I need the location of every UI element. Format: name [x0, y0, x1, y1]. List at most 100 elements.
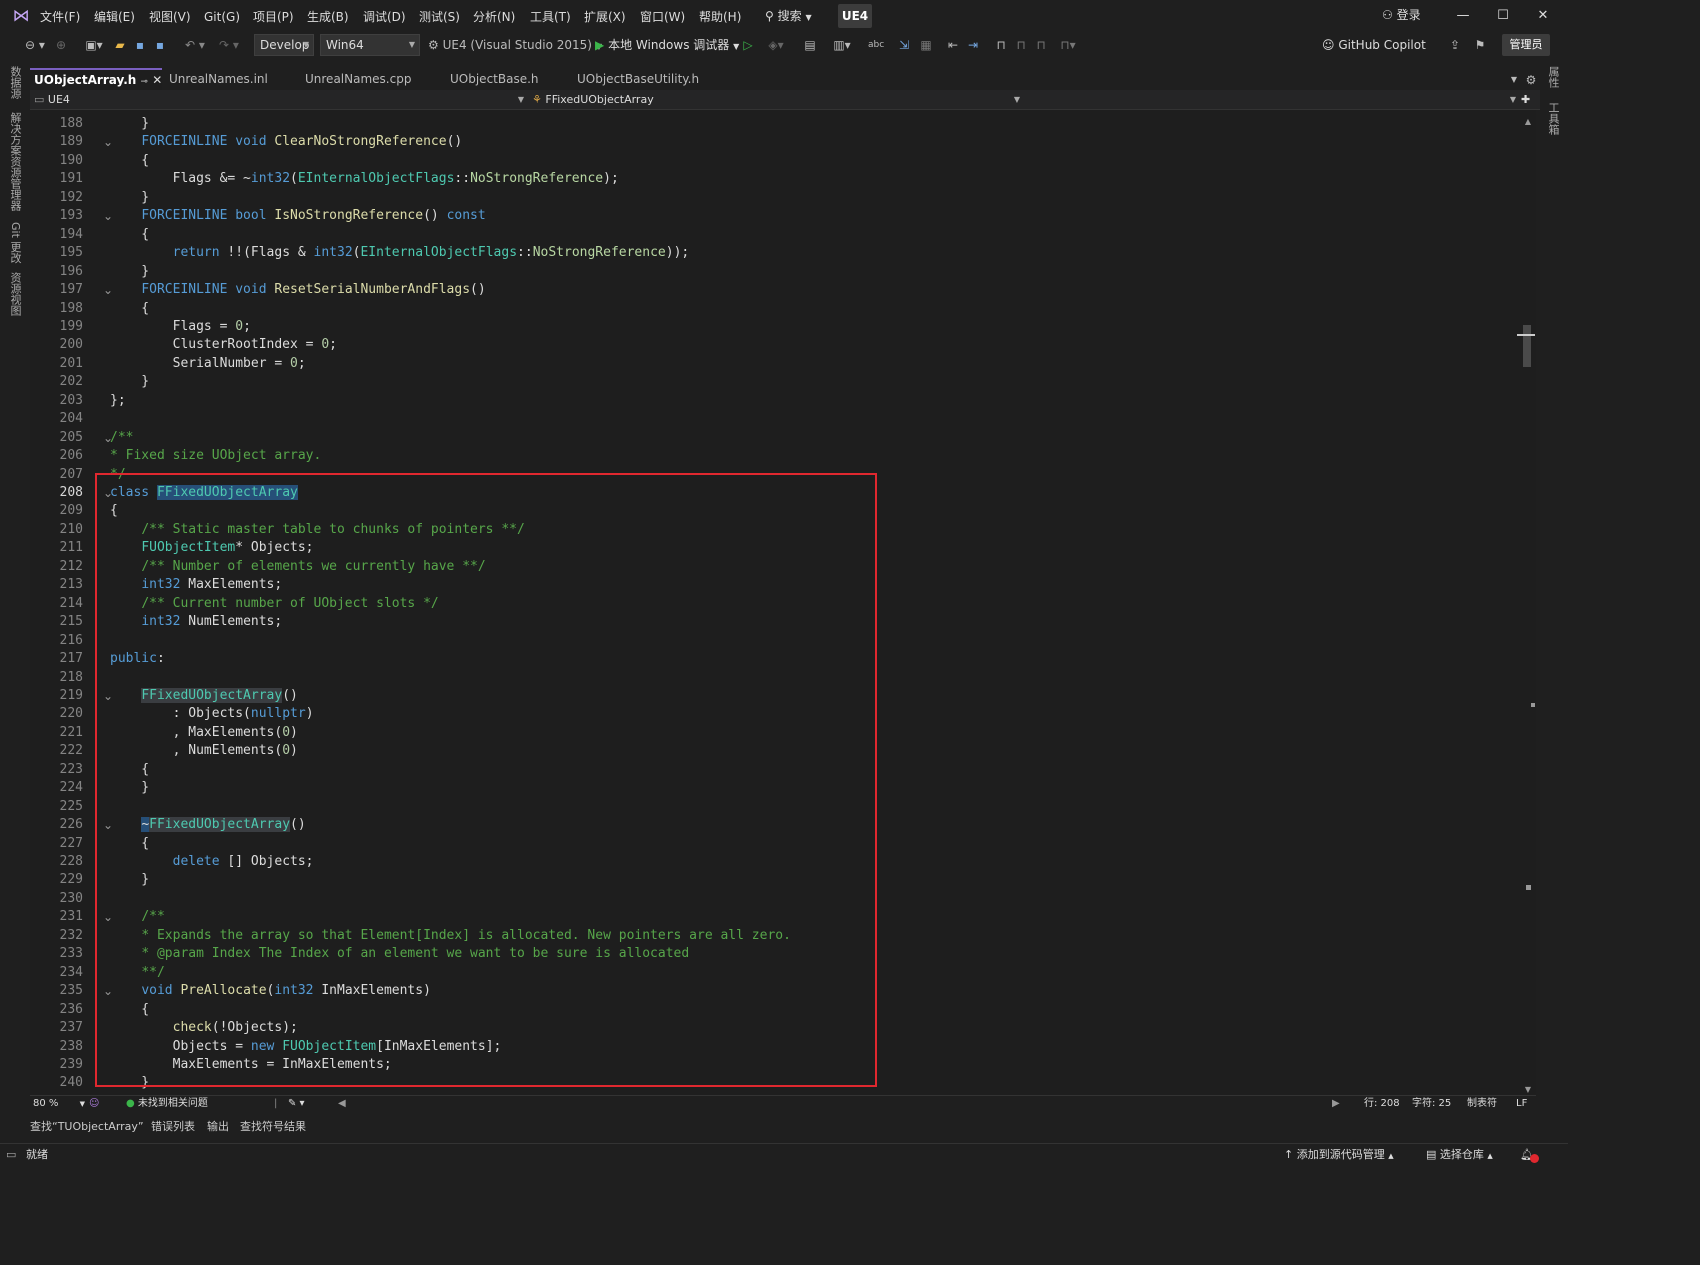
platform-select[interactable]: Win64 ▼: [320, 34, 420, 56]
scrollbar-thumb[interactable]: [1523, 325, 1531, 367]
tab-uobjectbase-h[interactable]: UObjectBase.h: [446, 68, 571, 90]
code-line[interactable]: FORCEINLINE void ResetSerialNumberAndFla…: [110, 281, 485, 299]
code-line[interactable]: ClusterRootIndex = 0;: [110, 336, 337, 354]
spell-check-icon[interactable]: abc: [868, 35, 884, 55]
menu-window[interactable]: 窗口(W): [640, 8, 685, 26]
member-scope-select[interactable]: ▼: [1028, 91, 1518, 109]
open-folder-icon[interactable]: ▰: [112, 35, 128, 55]
menu-git[interactable]: Git(G): [204, 8, 240, 26]
code-line[interactable]: return !!(Flags & int32(EInternalObjectF…: [110, 244, 690, 262]
menu-edit[interactable]: 编辑(E): [94, 8, 135, 26]
tool-tab-properties[interactable]: 属性: [1544, 66, 1562, 88]
scroll-right-icon[interactable]: ▶: [1332, 1096, 1340, 1112]
add-to-source-control-button[interactable]: ↑ 添加到源代码管理 ▲: [1284, 1147, 1394, 1163]
visual-studio-logo-icon[interactable]: ⋈: [10, 6, 32, 26]
next-bookmark-icon[interactable]: ⊓: [1034, 35, 1048, 55]
tab-uobjectbaseutility-h[interactable]: UObjectBaseUtility.h: [573, 68, 723, 90]
code-line[interactable]: }: [110, 189, 149, 207]
feedback-icon[interactable]: ⚑: [1472, 35, 1488, 55]
outdent-icon[interactable]: ⇥: [965, 35, 981, 55]
zoom-select[interactable]: 80 % ▼: [33, 1096, 85, 1112]
tab-unrealnames-cpp[interactable]: UnrealNames.cpp: [301, 68, 441, 90]
configuration-select[interactable]: Develop ▼: [254, 34, 314, 56]
tab-output[interactable]: 输出: [207, 1119, 229, 1135]
start-without-debugging-icon[interactable]: ▷: [741, 35, 755, 55]
admin-badge[interactable]: 管理员: [1502, 34, 1550, 56]
vertical-scrollbar[interactable]: [1520, 110, 1536, 1095]
step-icon[interactable]: ⇲: [896, 35, 912, 55]
menu-debug[interactable]: 调试(D): [363, 8, 406, 26]
navigate-forward-icon[interactable]: ⊕: [53, 35, 69, 55]
scroll-left-icon[interactable]: ◀: [338, 1096, 346, 1112]
comment-icon[interactable]: ▦: [918, 35, 934, 55]
tool-tab-toolbox[interactable]: 工具箱: [1544, 102, 1562, 135]
tab-find-results[interactable]: 查找“TUObjectArray”: [30, 1119, 144, 1135]
save-all-icon[interactable]: ▪: [152, 35, 168, 55]
code-line[interactable]: }: [110, 373, 149, 391]
tab-overflow-icon[interactable]: ▼: [1508, 70, 1520, 90]
menu-file[interactable]: 文件(F): [40, 8, 80, 26]
share-icon[interactable]: ⇪: [1447, 35, 1463, 55]
tab-unrealnames-inl[interactable]: UnrealNames.inl: [165, 68, 295, 90]
browse-icon[interactable]: ▤: [802, 35, 818, 55]
github-copilot-button[interactable]: ☺ GitHub Copilot: [1322, 35, 1426, 55]
startup-project-select[interactable]: ⚙ UE4 (Visual Studio 2015) ▼: [428, 35, 602, 55]
code-line[interactable]: FORCEINLINE bool IsNoStrongReference() c…: [110, 207, 485, 225]
undo-icon[interactable]: ↶ ▾: [180, 35, 210, 55]
menu-view[interactable]: 视图(V): [149, 8, 191, 26]
solution-name-badge[interactable]: UE4: [838, 4, 872, 28]
menu-analyze[interactable]: 分析(N): [473, 8, 515, 26]
code-line[interactable]: /**: [110, 429, 133, 447]
prev-bookmark-icon[interactable]: ⊓: [1014, 35, 1028, 55]
code-line[interactable]: SerialNumber = 0;: [110, 355, 306, 373]
minimize-icon[interactable]: —: [1450, 6, 1476, 26]
code-line[interactable]: }: [110, 115, 149, 133]
settings-gear-icon[interactable]: ⚙: [1524, 70, 1538, 90]
login-button[interactable]: ⚇ 登录: [1382, 6, 1421, 24]
clear-bookmarks-icon[interactable]: ⊓▾: [1054, 35, 1082, 55]
issues-indicator[interactable]: ● 未找到相关问题: [126, 1096, 208, 1112]
code-line[interactable]: FORCEINLINE void ClearNoStrongReference(…: [110, 133, 462, 151]
menu-build[interactable]: 生成(B): [307, 8, 349, 26]
code-line[interactable]: }: [110, 263, 149, 281]
scroll-up-icon[interactable]: ▲: [1522, 112, 1534, 132]
menu-help[interactable]: 帮助(H): [699, 8, 741, 26]
code-line[interactable]: };: [110, 392, 126, 410]
type-scope-select[interactable]: ⚘ FFixedUObjectArray ▼: [532, 91, 1022, 109]
project-scope-select[interactable]: ▭ UE4 ▼: [34, 91, 526, 109]
indent-mode-indicator[interactable]: 制表符: [1467, 1096, 1497, 1112]
code-line[interactable]: Flags &= ~int32(EInternalObjectFlags::No…: [110, 170, 619, 188]
select-repository-button[interactable]: ▤ 选择仓库 ▲: [1426, 1147, 1493, 1163]
tool-tab-data-sources[interactable]: 数据源: [6, 66, 24, 99]
save-icon[interactable]: ▪: [132, 35, 148, 55]
tab-find-symbol-results[interactable]: 查找符号结果: [240, 1119, 306, 1135]
pin-icon[interactable]: ⊸: [141, 77, 149, 87]
maximize-icon[interactable]: ☐: [1490, 6, 1516, 26]
start-debugging-button[interactable]: ▶ 本地 Windows 调试器 ▼: [595, 35, 739, 55]
tool-tab-solution-explorer[interactable]: 解决方案资源管理器: [6, 112, 24, 211]
hot-reload-icon[interactable]: ◈▾: [762, 35, 790, 55]
search-box[interactable]: ⚲ 搜索 ▼: [765, 7, 812, 25]
copilot-status-icon[interactable]: ☺: [89, 1096, 99, 1112]
line-ending-indicator[interactable]: LF: [1516, 1096, 1527, 1112]
menu-test[interactable]: 测试(S): [419, 8, 460, 26]
bookmark-icon[interactable]: ⊓: [994, 35, 1008, 55]
tool-tab-resource-view[interactable]: 资源视图: [6, 272, 24, 316]
navigate-back-icon[interactable]: ⊖ ▾: [20, 35, 50, 55]
redo-icon[interactable]: ↷ ▾: [214, 35, 244, 55]
code-line[interactable]: * Fixed size UObject array.: [110, 447, 321, 465]
close-tab-icon[interactable]: ✕: [152, 73, 162, 87]
layout-icon[interactable]: ▥▾: [828, 35, 856, 55]
line-indicator[interactable]: 行: 208: [1364, 1096, 1400, 1112]
code-line[interactable]: {: [110, 152, 149, 170]
menu-project[interactable]: 项目(P): [253, 8, 294, 26]
code-line[interactable]: {: [110, 226, 149, 244]
code-line[interactable]: Flags = 0;: [110, 318, 251, 336]
tab-error-list[interactable]: 错误列表: [151, 1119, 195, 1135]
menu-extensions[interactable]: 扩展(X): [584, 8, 626, 26]
close-window-icon[interactable]: ✕: [1530, 6, 1556, 26]
new-item-icon[interactable]: ▣▾: [80, 35, 108, 55]
tool-tab-git-changes[interactable]: Git 更改: [6, 222, 24, 263]
code-line[interactable]: {: [110, 300, 149, 318]
split-icon[interactable]: ✚: [1521, 91, 1535, 109]
